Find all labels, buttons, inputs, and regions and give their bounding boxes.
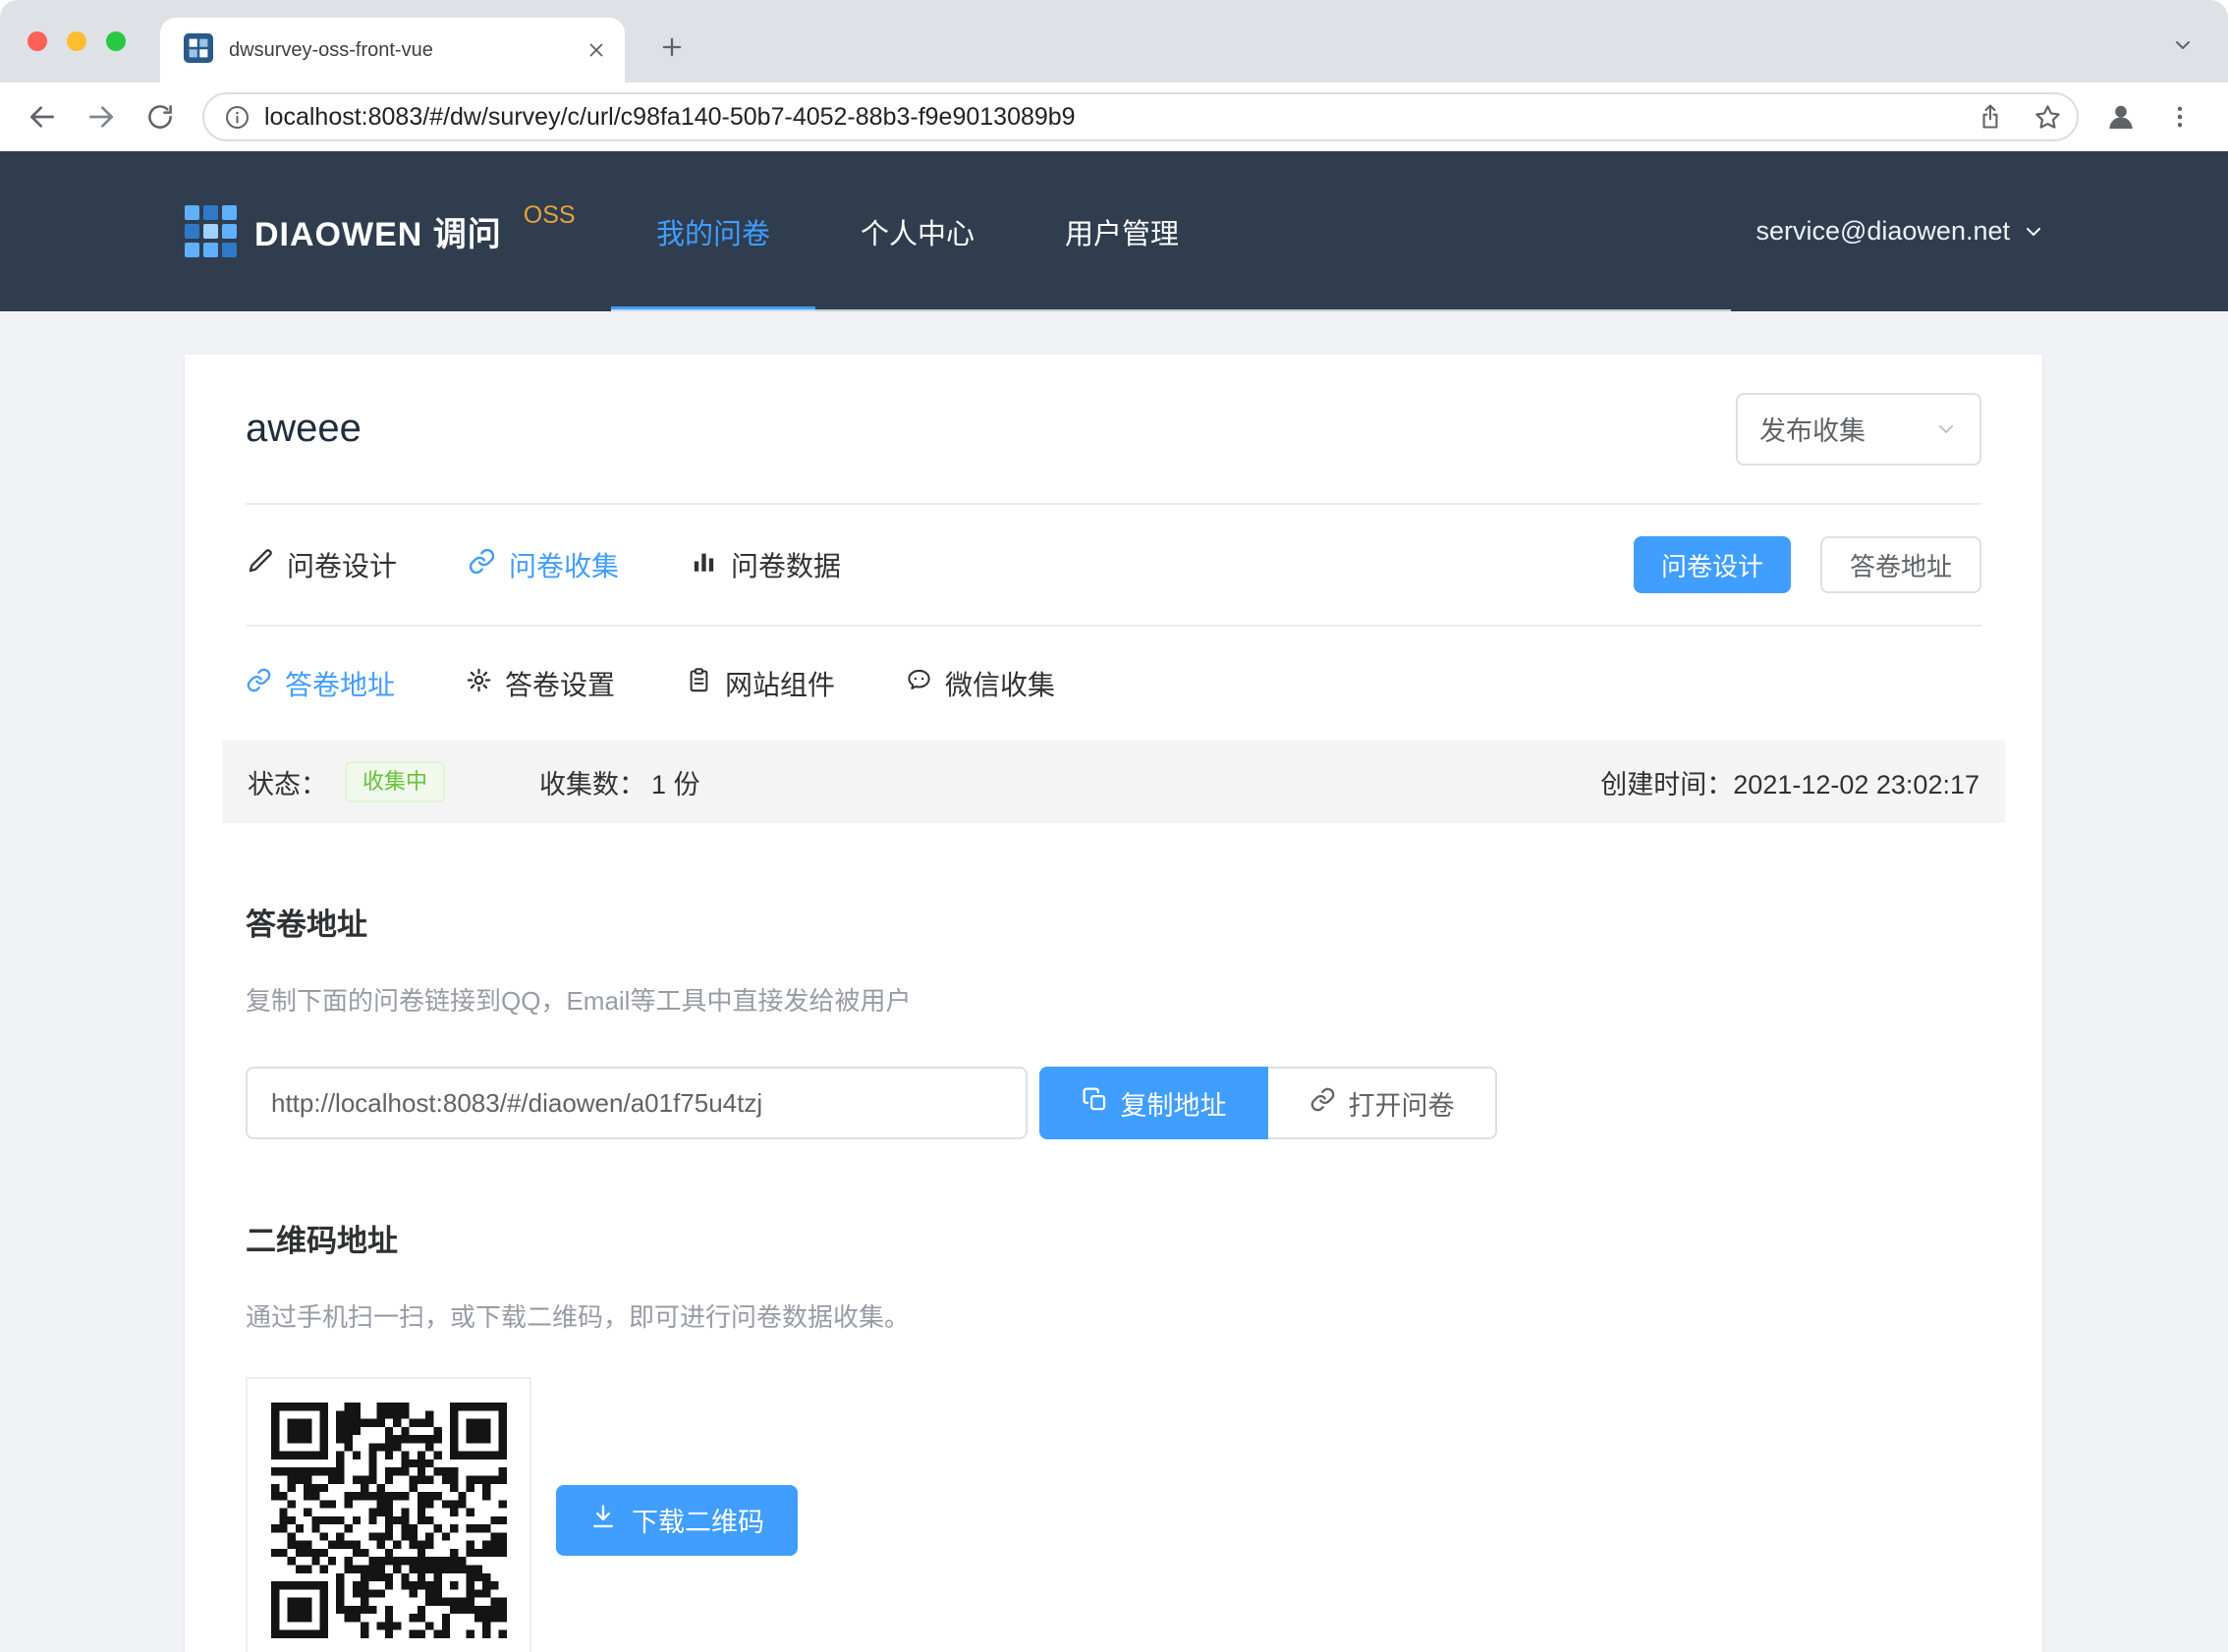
- qr-code-image: [271, 1403, 507, 1638]
- subtab-site-widget[interactable]: 网站组件: [686, 664, 835, 703]
- tab-title: dwsurvey-oss-front-vue: [229, 39, 570, 62]
- reload-button[interactable]: [134, 90, 187, 143]
- tab-close-icon[interactable]: [585, 39, 607, 61]
- status-bar: 状态： 收集中 收集数： 1 份 创建时间：2021-12-02 23:02:1…: [222, 741, 2005, 823]
- status-badge: 收集中: [345, 761, 445, 802]
- window-controls: [28, 0, 126, 83]
- link-button-group: 复制地址 打开问卷: [1039, 1067, 1497, 1139]
- gear-icon: [466, 667, 492, 700]
- brand-name: DIAOWEN 调问: [254, 207, 502, 255]
- browser-toolbar: localhost:8083/#/dw/survey/c/url/c98fa14…: [0, 83, 2228, 151]
- tab-survey-collect[interactable]: 问卷收集: [468, 545, 619, 584]
- forward-button[interactable]: [75, 90, 128, 143]
- bar-chart-icon: [690, 547, 718, 582]
- download-qrcode-button[interactable]: 下载二维码: [556, 1485, 798, 1556]
- chevron-down-icon: [1934, 417, 1958, 441]
- tab-list-chevron-icon[interactable]: [2163, 26, 2202, 65]
- tab-favicon-icon: [184, 33, 213, 68]
- survey-card: aweee 发布收集 问卷设计: [185, 355, 2042, 1652]
- qrcode-description: 通过手机扫一扫，或下载二维码，即可进行问卷数据收集。: [246, 1297, 1981, 1334]
- page-info-icon[interactable]: [224, 104, 251, 131]
- nav-item-user-management[interactable]: 用户管理: [1020, 151, 1224, 311]
- chat-bubble-icon: [906, 667, 932, 700]
- answer-address-button[interactable]: 答卷地址: [1820, 536, 1981, 593]
- address-bar[interactable]: localhost:8083/#/dw/survey/c/url/c98fa14…: [202, 92, 2079, 141]
- fullscreen-window-button[interactable]: [106, 31, 126, 51]
- download-icon: [589, 1503, 617, 1537]
- header-actions: 问卷设计 答卷地址: [1634, 536, 1981, 593]
- publish-collect-value: 发布收集: [1759, 410, 1866, 448]
- brand-logo-icon: [185, 205, 237, 257]
- tab-survey-data[interactable]: 问卷数据: [690, 545, 841, 584]
- bookmark-star-icon[interactable]: [2026, 95, 2069, 138]
- collect-count-label: 收集数：: [539, 763, 645, 801]
- back-button[interactable]: [16, 90, 69, 143]
- subtab-answer-settings[interactable]: 答卷设置: [466, 664, 615, 703]
- created-time-value: 2021-12-02 23:02:17: [1733, 770, 1979, 799]
- publish-collect-select[interactable]: 发布收集: [1736, 393, 1981, 466]
- clipboard-icon: [686, 667, 712, 700]
- answer-link-input[interactable]: [246, 1067, 1028, 1139]
- brand: DIAOWEN 调问 OSS: [185, 205, 576, 257]
- nav-item-my-surveys[interactable]: 我的问卷: [611, 151, 815, 311]
- app-header: DIAOWEN 调问 OSS 我的问卷 个人中心 用户管理 service@di…: [0, 151, 2228, 311]
- link-icon: [246, 667, 272, 700]
- link-icon: [1309, 1086, 1336, 1120]
- pencil-icon: [246, 547, 274, 582]
- answer-address-description: 复制下面的问卷链接到QQ，Email等工具中直接发给被用户: [246, 981, 1981, 1018]
- profile-avatar-icon[interactable]: [2094, 90, 2147, 143]
- subtab-answer-address[interactable]: 答卷地址: [246, 664, 395, 703]
- account-menu[interactable]: service@diaowen.net: [1755, 216, 2045, 247]
- card-head: aweee 发布收集: [246, 355, 1981, 503]
- browser-menu-icon[interactable]: [2153, 90, 2206, 143]
- link-icon: [468, 547, 496, 582]
- tab-survey-design[interactable]: 问卷设计: [246, 545, 397, 584]
- url-text: localhost:8083/#/dw/survey/c/url/c98fa14…: [264, 103, 1955, 132]
- open-survey-button[interactable]: 打开问卷: [1268, 1067, 1497, 1139]
- browser-tab[interactable]: dwsurvey-oss-front-vue: [160, 18, 625, 83]
- page-body: aweee 发布收集 问卷设计: [0, 311, 2228, 1652]
- collect-count-value: 1 份: [651, 763, 700, 801]
- qr-code-box: [246, 1377, 531, 1652]
- account-email: service@diaowen.net: [1755, 216, 2010, 247]
- main-nav: 我的问卷 个人中心 用户管理: [611, 151, 1224, 311]
- browser-window: dwsurvey-oss-front-vue localhost:8083/#/…: [0, 0, 2228, 1652]
- minimize-window-button[interactable]: [67, 31, 86, 51]
- close-window-button[interactable]: [28, 31, 47, 51]
- nav-item-personal-center[interactable]: 个人中心: [815, 151, 1020, 311]
- survey-design-button[interactable]: 问卷设计: [1634, 536, 1791, 593]
- browser-tab-strip: dwsurvey-oss-front-vue: [0, 0, 2228, 83]
- copy-address-button[interactable]: 复制地址: [1039, 1067, 1268, 1139]
- copy-icon: [1082, 1086, 1108, 1120]
- created-time-label: 创建时间：: [1600, 770, 1733, 799]
- survey-tabs: 问卷设计 问卷收集 问卷数据 问卷设计 答卷地址: [246, 503, 1981, 625]
- subtab-wechat-collect[interactable]: 微信收集: [906, 664, 1055, 703]
- chevron-down-icon: [2022, 220, 2045, 244]
- qrcode-row: 下载二维码: [246, 1377, 1981, 1652]
- nav-underline: [611, 309, 1731, 311]
- answer-address-heading: 答卷地址: [246, 900, 1981, 944]
- answer-link-row: 复制地址 打开问卷: [246, 1067, 1981, 1139]
- brand-badge: OSS: [524, 201, 576, 230]
- collect-subtabs: 答卷地址 答卷设置 网站组件: [246, 625, 1981, 741]
- new-tab-button[interactable]: [650, 26, 694, 69]
- survey-title: aweee: [246, 407, 362, 451]
- share-icon[interactable]: [1969, 95, 2012, 138]
- status-label: 状态：: [248, 763, 327, 801]
- created-time: 创建时间：2021-12-02 23:02:17: [1600, 763, 1979, 801]
- qrcode-heading: 二维码地址: [246, 1216, 1981, 1260]
